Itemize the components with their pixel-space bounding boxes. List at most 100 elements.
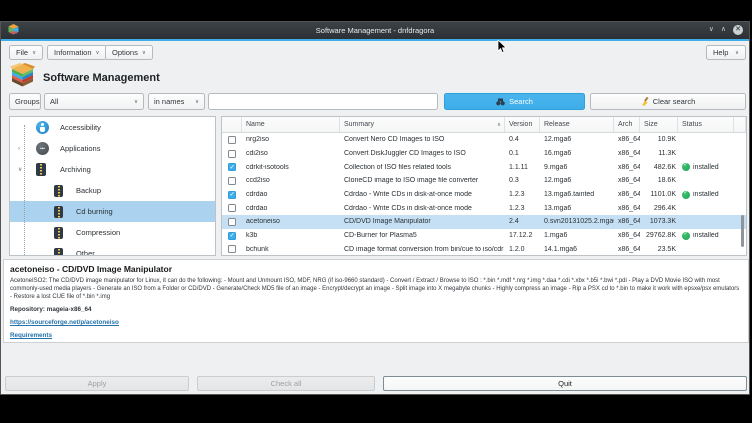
close-button[interactable]: ✕ (733, 25, 743, 35)
menu-options[interactable]: Options ∨ (105, 45, 153, 60)
tree-item-accessibility[interactable]: Accessibility (10, 117, 215, 138)
column-header-label: Name (246, 121, 265, 128)
search-button[interactable]: Search (444, 93, 585, 110)
tree-item-backup[interactable]: Backup (10, 180, 215, 201)
cell-name: cdrdao (242, 205, 340, 212)
cell-size-text: 29762.8K (646, 232, 676, 239)
cell-summary: Cdrdao - Write CDs in disk-at-once mode (340, 191, 505, 198)
cell-size: 482.6K (640, 164, 678, 171)
row-checkbox-cell (222, 191, 242, 199)
table-row-cdrdao[interactable]: cdrdao Cdrdao - Write CDs in disk-at-once… (222, 188, 746, 202)
table-scrollbar[interactable] (741, 215, 744, 247)
tree-expander-icon[interactable]: ∨ (18, 166, 22, 173)
installed-status-label: installed (693, 164, 719, 171)
cell-release-text: 12.mga6 (544, 136, 571, 143)
tree-item-label: Archiving (60, 165, 91, 174)
cell-arch: x86_64 (614, 150, 640, 157)
package-checkbox[interactable] (228, 136, 236, 144)
package-checkbox[interactable] (228, 177, 236, 185)
tree-item-other[interactable]: Other (10, 243, 215, 256)
column-header-size[interactable]: Size (640, 117, 678, 132)
cell-size-text: 1073.3K (650, 218, 676, 225)
table-row-cdi2iso[interactable]: cdi2isoConvert DiskJuggler CD Images to … (222, 147, 746, 161)
requirements-link[interactable]: Requirements (10, 332, 742, 339)
cell-arch-text: x86_64 (618, 205, 640, 212)
cell-summary: Convert Nero CD Images to ISO (340, 136, 505, 143)
apply-button[interactable]: Apply (5, 376, 189, 391)
cell-name: cdrdao (242, 191, 340, 198)
mouse-cursor (497, 40, 507, 59)
table-row-bchunk[interactable]: bchunkCD image format conversion from bi… (222, 243, 746, 257)
table-row-acetoneiso[interactable]: acetoneisoCD/DVD Image Manipulator2.40.s… (222, 215, 746, 229)
package-checkbox[interactable] (228, 204, 236, 212)
chevron-down-icon: ∨ (134, 99, 138, 105)
package-checkbox[interactable] (228, 191, 236, 199)
cell-size: 1101.0K (640, 191, 678, 198)
cell-release: 16.mga6 (540, 150, 614, 157)
package-checkbox[interactable] (228, 232, 236, 240)
cell-name-text: ccd2iso (246, 177, 270, 184)
menu-help[interactable]: Help ∨ (706, 45, 746, 60)
row-checkbox-cell (222, 136, 242, 144)
search-input[interactable] (208, 93, 438, 110)
table-row-nrg2iso[interactable]: nrg2isoConvert Nero CD Images to ISO0.41… (222, 133, 746, 147)
quit-button[interactable]: Quit (383, 376, 747, 391)
tree-item-label: Compression (76, 228, 120, 237)
column-header-label: Arch (618, 121, 632, 128)
cell-release: 12.mga6 (540, 177, 614, 184)
cell-release-text: 1.mga6 (544, 232, 567, 239)
column-header-name[interactable]: Name (242, 117, 340, 132)
minimize-button[interactable]: ∨ (709, 26, 714, 33)
cell-status: installed (678, 191, 734, 199)
table-row-ccd2iso[interactable]: ccd2isoCloneCD image to ISO image file c… (222, 174, 746, 188)
cell-summary-text: Convert DiskJuggler CD Images to ISO (344, 150, 466, 157)
search-button-label: Search (509, 97, 533, 106)
package-checkbox[interactable] (228, 163, 236, 171)
groups-dropdown[interactable]: Groups ∨ (9, 93, 41, 110)
table-row-k3b[interactable]: k3bCD-Burner for Plasma517.12.21.mga6x86… (222, 229, 746, 243)
table-row-cdrdao[interactable]: cdrdaoCdrdao - Write CDs in disk-at-once… (222, 201, 746, 215)
tree-item-compression[interactable]: Compression (10, 222, 215, 243)
table-header: Name Summary∧VersionRelease Arch SizeStatus (222, 117, 746, 133)
check-all-button[interactable]: Check all (197, 376, 375, 391)
tree-item-applications[interactable]: › Applications (10, 138, 215, 159)
cell-summary-text: Cdrdao - Write CDs in disk-at-once mode (344, 191, 472, 198)
cell-version-text: 0.3 (509, 177, 519, 184)
column-header-version[interactable]: Version (505, 117, 540, 132)
tree-expander-icon[interactable]: › (18, 146, 20, 152)
table-row-cdrkit-isotools[interactable]: cdrkit-isotoolsCollection of ISO files r… (222, 160, 746, 174)
tree-item-archiving[interactable]: ∨ Archiving (10, 159, 215, 180)
row-checkbox-cell (222, 163, 242, 171)
cell-version: 0.1 (505, 150, 540, 157)
view-dropdown[interactable]: All ∨ (44, 93, 144, 110)
column-header-status[interactable]: Status (678, 117, 734, 132)
scope-dropdown[interactable]: in names ∨ (148, 93, 205, 110)
details-panel: acetoneiso - CD/DVD Image Manipulator Ac… (3, 259, 749, 343)
homepage-link[interactable]: https://sourceforge.net/p/acetoneiso (10, 319, 742, 326)
cell-release-text: 13.mga6.tainted (544, 191, 594, 198)
menu-information[interactable]: Information ∨ (47, 45, 107, 60)
cell-release: 1.mga6 (540, 232, 614, 239)
cell-arch-text: x86_64 (618, 150, 640, 157)
cell-size-text: 482.6K (654, 164, 676, 171)
clear-search-button[interactable]: Clear search (590, 93, 746, 110)
maximize-button[interactable]: ∧ (721, 26, 726, 33)
package-checkbox[interactable] (228, 150, 236, 158)
menu-file[interactable]: File ∨ (9, 45, 43, 60)
tree-item-label: Applications (60, 144, 100, 153)
window-title: Software Management - dnfdragora (1, 26, 749, 35)
package-checkbox[interactable] (228, 218, 236, 226)
cell-name: bchunk (242, 246, 340, 253)
column-header-arch[interactable]: Arch (614, 117, 640, 132)
cell-arch: x86_64 (614, 191, 640, 198)
cell-version-text: 1.1.11 (509, 164, 528, 171)
tree-item-cd-burning[interactable]: Cd burning (10, 201, 215, 222)
column-header-summary[interactable]: Summary∧ (340, 117, 505, 132)
archive-icon (54, 206, 63, 218)
footer: Apply Check all Quit (1, 375, 749, 393)
group-tree-panel: Accessibility › Applications ∨ Archiving Back… (9, 116, 216, 256)
app-window: Software Management - dnfdragora ∨ ∧ ✕ F… (0, 21, 750, 395)
clear-search-button-label: Clear search (653, 97, 696, 106)
package-checkbox[interactable] (228, 245, 236, 253)
column-header-release[interactable]: Release (540, 117, 614, 132)
